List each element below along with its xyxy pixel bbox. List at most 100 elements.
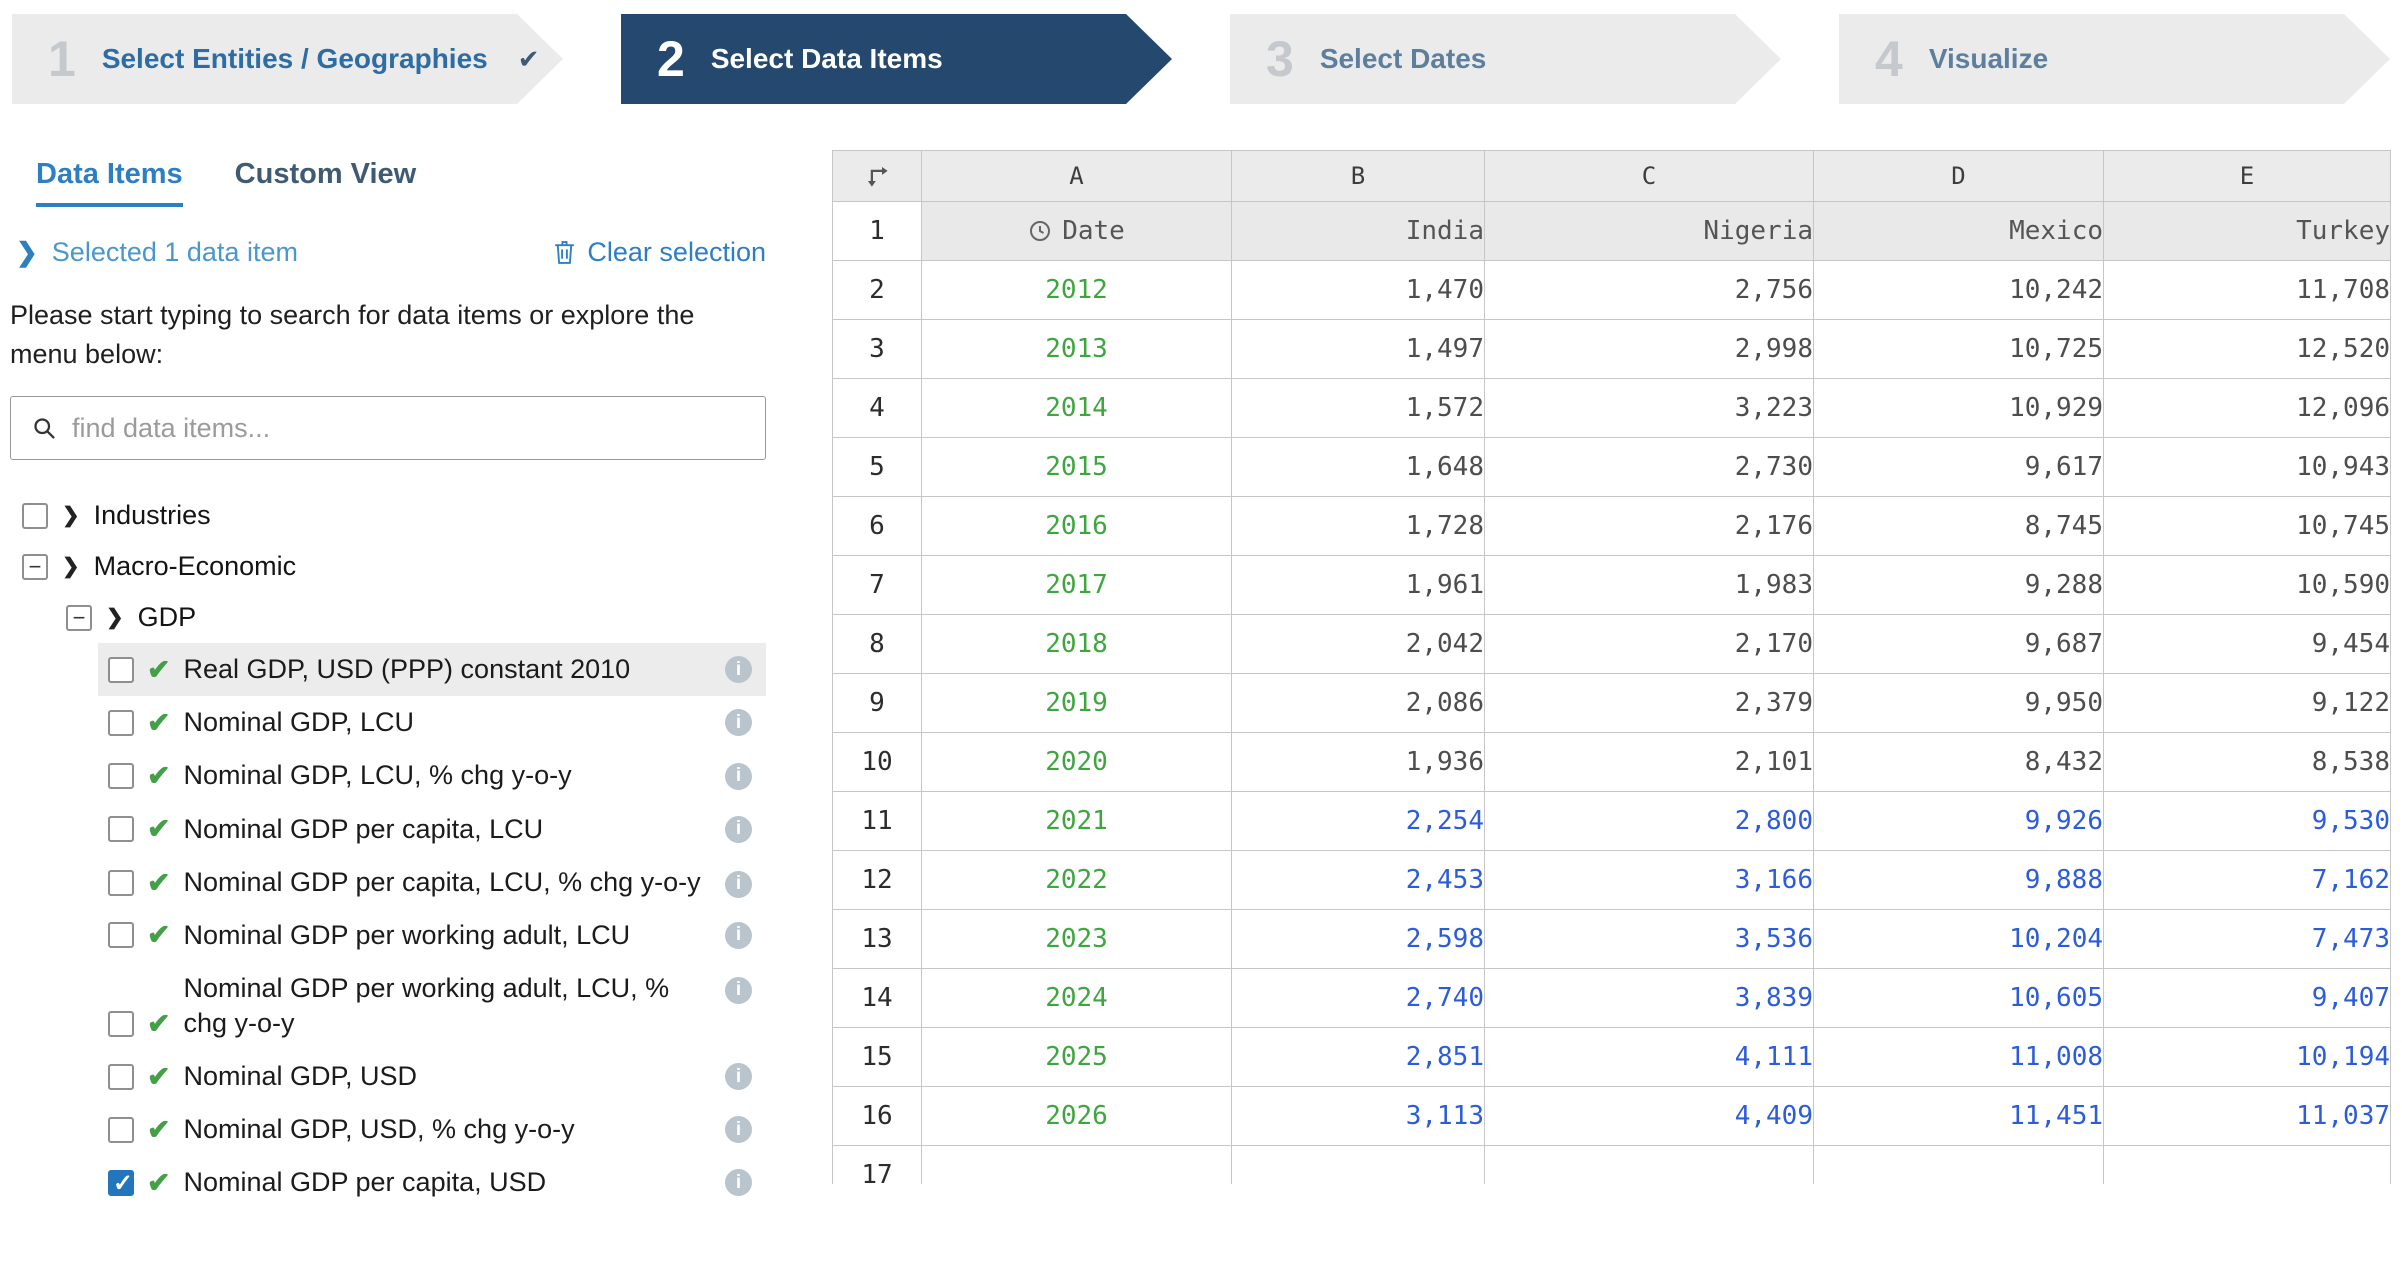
value-cell[interactable]: 7,473 <box>2103 909 2391 969</box>
info-icon[interactable]: i <box>725 656 752 684</box>
collapse-minus-icon[interactable]: − <box>66 604 92 631</box>
checkbox[interactable] <box>108 1011 134 1038</box>
value-cell[interactable]: 9,888 <box>1813 850 2104 910</box>
year-cell[interactable]: 2026 <box>921 1086 1232 1146</box>
transpose-corner-cell[interactable] <box>832 150 922 202</box>
value-cell[interactable]: 2,851 <box>1231 1027 1485 1087</box>
value-cell[interactable]: 1,983 <box>1484 555 1814 615</box>
row-number-cell[interactable]: 7 <box>832 555 922 615</box>
search-input[interactable] <box>72 412 745 444</box>
value-cell[interactable]: 9,454 <box>2103 614 2391 674</box>
value-cell[interactable] <box>1813 1145 2104 1184</box>
year-cell[interactable]: 2017 <box>921 555 1232 615</box>
year-cell[interactable]: 2016 <box>921 496 1232 556</box>
value-cell[interactable]: 10,204 <box>1813 909 2104 969</box>
value-cell[interactable]: 10,194 <box>2103 1027 2391 1087</box>
column-header[interactable]: E <box>2103 150 2391 202</box>
value-cell[interactable]: 3,839 <box>1484 968 1814 1028</box>
value-cell[interactable]: 9,687 <box>1813 614 2104 674</box>
chevron-right-icon[interactable]: ❯ <box>16 237 38 268</box>
checkbox[interactable] <box>108 709 134 736</box>
value-cell[interactable]: 9,530 <box>2103 791 2391 851</box>
year-cell[interactable]: 2020 <box>921 732 1232 792</box>
entity-header-cell[interactable]: Mexico <box>1813 201 2104 261</box>
step-select-dates[interactable]: 3 Select Dates <box>1230 14 1781 104</box>
value-cell[interactable]: 2,101 <box>1484 732 1814 792</box>
checkbox[interactable] <box>108 869 134 896</box>
value-cell[interactable]: 8,538 <box>2103 732 2391 792</box>
entity-header-cell[interactable]: India <box>1231 201 1485 261</box>
value-cell[interactable]: 2,176 <box>1484 496 1814 556</box>
column-header[interactable]: C <box>1484 150 1814 202</box>
column-header[interactable]: B <box>1231 150 1485 202</box>
row-number-cell[interactable]: 16 <box>832 1086 922 1146</box>
year-cell[interactable]: 2012 <box>921 260 1232 320</box>
info-icon[interactable]: i <box>725 976 752 1004</box>
entity-header-cell[interactable]: Nigeria <box>1484 201 1814 261</box>
row-number-cell[interactable]: 15 <box>832 1027 922 1087</box>
value-cell[interactable]: 2,730 <box>1484 437 1814 497</box>
value-cell[interactable]: 3,113 <box>1231 1086 1485 1146</box>
row-number-cell[interactable]: 14 <box>832 968 922 1028</box>
value-cell[interactable]: 9,926 <box>1813 791 2104 851</box>
chevron-right-icon[interactable]: ❯ <box>62 554 80 579</box>
year-cell[interactable] <box>921 1145 1232 1184</box>
data-item-row[interactable]: ✔ Nominal GDP per working adult, LCU, % … <box>98 962 766 1050</box>
year-cell[interactable]: 2022 <box>921 850 1232 910</box>
tree-node-industries[interactable]: ❯ Industries <box>10 490 766 541</box>
data-item-row[interactable]: ✔ Nominal GDP, LCU, % chg y-o-y i <box>98 749 766 802</box>
data-item-row[interactable]: ✔ Nominal GDP, USD, % chg y-o-y i <box>98 1103 766 1156</box>
value-cell[interactable]: 2,800 <box>1484 791 1814 851</box>
value-cell[interactable]: 4,409 <box>1484 1086 1814 1146</box>
row-number-cell[interactable]: 3 <box>832 319 922 379</box>
value-cell[interactable]: 8,432 <box>1813 732 2104 792</box>
value-cell[interactable]: 2,740 <box>1231 968 1485 1028</box>
row-number-cell[interactable]: 4 <box>832 378 922 438</box>
step-select-entities[interactable]: 1 Select Entities / Geographies ✔ <box>12 14 563 104</box>
data-item-row[interactable]: ✔ Nominal GDP, LCU i <box>98 696 766 749</box>
row-number-cell[interactable]: 6 <box>832 496 922 556</box>
row-number-cell[interactable]: 10 <box>832 732 922 792</box>
year-cell[interactable]: 2024 <box>921 968 1232 1028</box>
info-icon[interactable]: i <box>725 815 752 843</box>
row-number-cell[interactable]: 11 <box>832 791 922 851</box>
value-cell[interactable]: 9,122 <box>2103 673 2391 733</box>
value-cell[interactable]: 10,943 <box>2103 437 2391 497</box>
year-cell[interactable]: 2015 <box>921 437 1232 497</box>
value-cell[interactable]: 10,725 <box>1813 319 2104 379</box>
info-icon[interactable]: i <box>725 921 752 949</box>
value-cell[interactable]: 10,929 <box>1813 378 2104 438</box>
checkbox[interactable] <box>22 502 48 529</box>
value-cell[interactable]: 10,590 <box>2103 555 2391 615</box>
data-item-row[interactable]: ✔ Nominal GDP per working adult, LCU i <box>98 909 766 962</box>
value-cell[interactable]: 11,708 <box>2103 260 2391 320</box>
year-cell[interactable]: 2018 <box>921 614 1232 674</box>
info-icon[interactable]: i <box>725 870 752 898</box>
row-number-cell[interactable]: 2 <box>832 260 922 320</box>
checkbox[interactable] <box>108 656 134 683</box>
value-cell[interactable]: 2,998 <box>1484 319 1814 379</box>
value-cell[interactable]: 2,086 <box>1231 673 1485 733</box>
value-cell[interactable]: 2,598 <box>1231 909 1485 969</box>
data-item-row[interactable]: ✔ Nominal GDP per capita, USD i <box>98 1156 766 1209</box>
year-cell[interactable]: 2013 <box>921 319 1232 379</box>
column-header[interactable]: A <box>921 150 1232 202</box>
year-cell[interactable]: 2023 <box>921 909 1232 969</box>
value-cell[interactable]: 9,617 <box>1813 437 2104 497</box>
checkbox[interactable] <box>108 1116 134 1143</box>
info-icon[interactable]: i <box>725 1116 752 1144</box>
clear-selection-button[interactable]: Clear selection <box>552 237 766 268</box>
value-cell[interactable]: 2,379 <box>1484 673 1814 733</box>
value-cell[interactable]: 9,407 <box>2103 968 2391 1028</box>
year-cell[interactable]: 2021 <box>921 791 1232 851</box>
tab-custom-view[interactable]: Custom View <box>235 158 417 207</box>
chevron-right-icon[interactable]: ❯ <box>62 503 80 528</box>
value-cell[interactable]: 4,111 <box>1484 1027 1814 1087</box>
checkbox[interactable] <box>108 816 134 843</box>
info-icon[interactable]: i <box>725 1169 752 1197</box>
row-number-cell[interactable]: 13 <box>832 909 922 969</box>
value-cell[interactable]: 1,470 <box>1231 260 1485 320</box>
value-cell[interactable]: 1,648 <box>1231 437 1485 497</box>
value-cell[interactable]: 10,745 <box>2103 496 2391 556</box>
row-number-cell[interactable]: 1 <box>832 201 922 261</box>
